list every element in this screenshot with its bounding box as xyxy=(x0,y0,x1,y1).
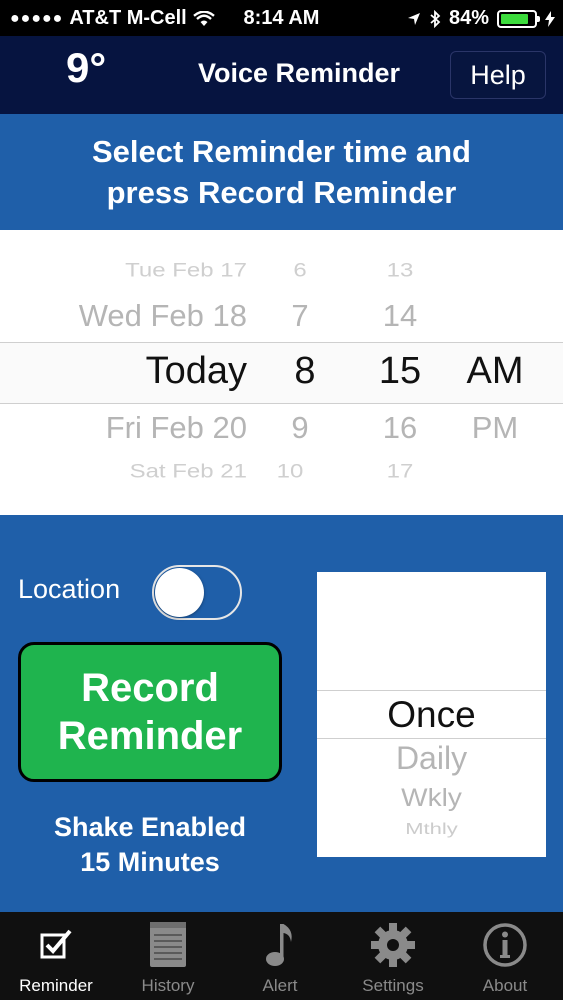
location-label: Location xyxy=(18,574,121,604)
tab-history[interactable]: History xyxy=(112,912,224,1000)
picker-hour-row[interactable]: 7 xyxy=(280,298,320,334)
charging-bolt-icon xyxy=(545,10,555,27)
instruction-banner: Select Reminder time and press Record Re… xyxy=(0,114,563,230)
bluetooth-icon xyxy=(430,9,441,28)
picker-minute-row[interactable]: 13 xyxy=(370,260,430,282)
tab-reminder-label: Reminder xyxy=(19,976,93,995)
nav-bar: 9° Voice Reminder Help xyxy=(0,36,563,114)
tab-settings-label: Settings xyxy=(362,976,424,995)
record-reminder-button[interactable]: Record Reminder xyxy=(18,642,282,782)
tab-settings[interactable]: Settings xyxy=(337,912,449,1000)
picker-day-row[interactable]: Fri Feb 20 xyxy=(106,410,247,446)
temperature-display: 9° xyxy=(66,44,107,91)
picker-day-selected[interactable]: Today xyxy=(146,350,247,393)
record-button-line-2: Reminder xyxy=(57,714,243,758)
tab-bar: Reminder History Alert Settings About xyxy=(0,912,563,1000)
page-title: Voice Reminder xyxy=(198,58,401,88)
checkbox-pencil-icon xyxy=(0,920,112,970)
toggle-knob xyxy=(155,568,204,617)
status-bar: ●●●●● AT&T M-Cell 8:14 AM 84% xyxy=(0,0,563,36)
shake-info-line-1: Shake Enabled xyxy=(53,812,247,842)
info-icon xyxy=(449,920,561,970)
repeat-option[interactable]: Wkly xyxy=(317,784,546,812)
status-right: 84% xyxy=(407,7,555,30)
picker-day-row[interactable]: Tue Feb 17 xyxy=(125,260,247,282)
notepad-icon xyxy=(112,920,224,970)
picker-hour-row[interactable]: 9 xyxy=(280,410,320,446)
battery-percent: 84% xyxy=(448,7,489,29)
picker-period-row[interactable]: PM xyxy=(455,410,535,446)
picker-period-selected[interactable]: AM xyxy=(455,350,535,393)
picker-hour-row[interactable]: 10 xyxy=(270,461,310,483)
tab-alert-label: Alert xyxy=(262,976,298,995)
picker-hour-row[interactable]: 6 xyxy=(280,260,320,282)
picker-day-row[interactable]: Wed Feb 18 xyxy=(79,298,247,334)
picker-hour-selected[interactable]: 8 xyxy=(280,350,330,393)
battery-icon xyxy=(497,9,540,28)
location-toggle[interactable] xyxy=(152,565,242,620)
record-button-line-1: Record xyxy=(81,666,219,710)
location-arrow-icon xyxy=(407,12,420,25)
repeat-frequency-picker[interactable]: Once Daily Wkly Mthly xyxy=(317,572,546,857)
tab-about[interactable]: About xyxy=(449,912,561,1000)
picker-minute-row[interactable]: 14 xyxy=(370,298,430,334)
tab-about-label: About xyxy=(482,976,528,995)
instruction-line-2: press Record Reminder xyxy=(106,175,457,210)
tab-alert[interactable]: Alert xyxy=(224,912,336,1000)
shake-info: Shake Enabled 15 Minutes xyxy=(0,810,300,880)
reminder-time-picker[interactable]: Tue Feb 17 Wed Feb 18 Today Fri Feb 20 S… xyxy=(0,230,563,515)
picker-day-row[interactable]: Sat Feb 21 xyxy=(130,461,247,483)
help-button[interactable]: Help xyxy=(450,51,546,99)
gear-icon xyxy=(337,920,449,970)
tab-reminder[interactable]: Reminder xyxy=(0,912,112,1000)
instruction-line-1: Select Reminder time and xyxy=(91,134,471,169)
picker-minute-selected[interactable]: 15 xyxy=(370,350,430,393)
music-note-icon xyxy=(224,920,336,970)
repeat-option-selected[interactable]: Once xyxy=(317,694,546,736)
picker-minute-row[interactable]: 17 xyxy=(370,461,430,483)
shake-info-line-2: 15 Minutes xyxy=(80,847,220,877)
repeat-option[interactable]: Mthly xyxy=(317,820,546,838)
repeat-option[interactable]: Daily xyxy=(317,740,546,777)
picker-minute-row[interactable]: 16 xyxy=(370,410,430,446)
tab-history-label: History xyxy=(141,976,195,995)
